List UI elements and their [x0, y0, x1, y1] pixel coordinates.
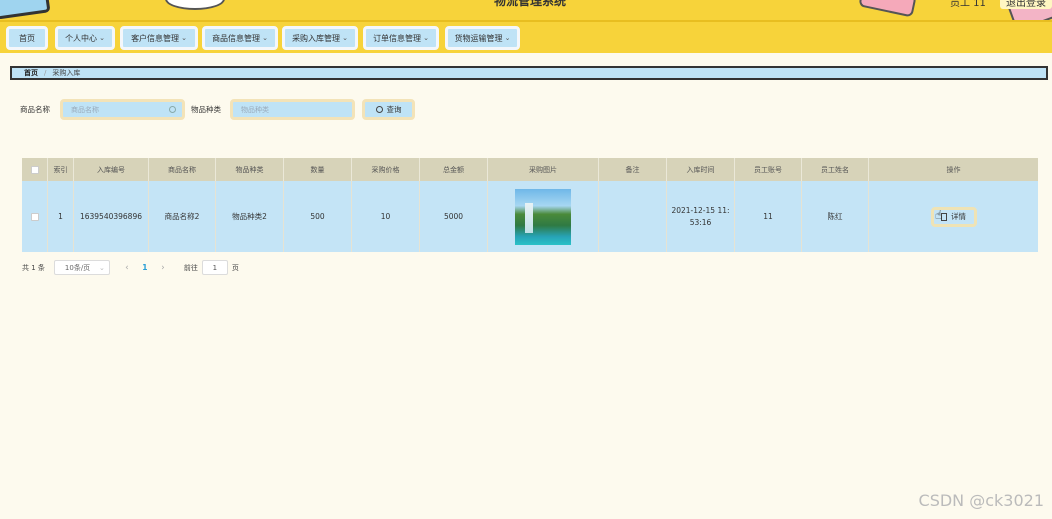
search-icon	[375, 106, 383, 113]
product-name-label: 商品名称	[20, 105, 50, 114]
select-all-cell	[22, 158, 48, 181]
pagination: 共 1 条 10条/页 ⌄ ‹ 1 › 前往 页	[22, 260, 239, 275]
column-header: 索引	[48, 158, 74, 181]
cell-category: 物品种类2	[216, 181, 284, 252]
page-size-select[interactable]: 10条/页 ⌄	[53, 260, 110, 275]
chevron-down-icon: ⌄	[262, 34, 268, 42]
nav-item-cargo-transport[interactable]: 货物运输管理 ⌄	[445, 26, 520, 50]
page-size-value: 10条/页	[64, 263, 91, 272]
decor-shape	[165, 0, 225, 10]
cell-price: 10	[352, 181, 420, 252]
nav-item-label: 客户信息管理	[131, 33, 180, 43]
cell-staff-account: 11	[735, 181, 802, 252]
next-page-button[interactable]: ›	[156, 263, 170, 273]
search-icon	[169, 106, 176, 113]
decor-shape	[0, 0, 51, 20]
column-header: 操作	[946, 165, 961, 174]
nav-item-customer-info[interactable]: 客户信息管理 ⌄	[120, 26, 198, 50]
column-header: 数量	[284, 158, 352, 181]
total-count: 共 1 条	[22, 263, 45, 272]
nav-item-product-info[interactable]: 商品信息管理 ⌄	[202, 26, 278, 50]
category-label: 物品种类	[191, 105, 221, 114]
nav-item-label: 商品信息管理	[212, 33, 261, 43]
cell-stock-no: 1639540396896	[74, 181, 149, 252]
top-header: 物流管理系统 员工 11 退出登录	[0, 0, 1052, 20]
column-header: 物品种类	[216, 158, 284, 181]
decor-shape	[858, 0, 917, 18]
watermark: CSDN @ck3021	[918, 491, 1044, 510]
chevron-down-icon: ⌄	[423, 34, 429, 42]
table-row: 1 1639540396896 商品名称2 物品种类2 500 10 5000 …	[22, 181, 1038, 252]
cell-image	[488, 181, 599, 252]
cell-remark	[599, 181, 667, 252]
product-image[interactable]	[515, 188, 571, 245]
page-number[interactable]: 1	[134, 263, 156, 272]
image-detail	[525, 202, 533, 233]
detail-button-label: 详情	[951, 211, 966, 221]
column-header: 商品名称	[149, 158, 216, 181]
stock-table: 索引 入库编号 商品名称 物品种类 数量 采购价格 总金额 采购图片 备注 入库…	[22, 158, 1038, 252]
cell-actions: 详情	[869, 181, 1038, 252]
category-field[interactable]	[230, 99, 355, 120]
chevron-down-icon: ⌄	[181, 34, 187, 42]
breadcrumb: 首页 / 采购入库	[10, 66, 1048, 80]
nav-item-label: 个人中心	[65, 33, 98, 43]
cell-time: 2021-12-15 11:53:16	[667, 181, 735, 252]
breadcrumb-current: 采购入库	[52, 69, 81, 77]
nav-item-label: 采购入库管理	[292, 33, 341, 43]
chevron-down-icon: ⌄	[342, 34, 348, 42]
category-input[interactable]	[241, 105, 331, 114]
nav-item-purchase-stock[interactable]: 采购入库管理 ⌄	[282, 26, 358, 50]
cell-index: 1	[48, 181, 74, 252]
nav-item-label: 货物运输管理	[454, 33, 503, 43]
main-nav: 首页 个人中心 ⌄ 客户信息管理 ⌄ 商品信息管理 ⌄ 采购入库管理 ⌄ 订单信息管理 ⌄…	[0, 20, 1052, 53]
nav-item-label: 首页	[19, 33, 35, 43]
goto-page-input[interactable]	[201, 260, 228, 275]
hand-cursor-icon: ☝	[935, 208, 943, 222]
nav-item-order-info[interactable]: 订单信息管理 ⌄	[363, 26, 439, 50]
column-header: 总金额	[420, 158, 488, 181]
chevron-down-icon: ⌄	[99, 34, 105, 42]
nav-item-home[interactable]: 首页	[6, 26, 48, 50]
column-header: 入库编号	[74, 158, 149, 181]
app-title: 物流管理系统	[493, 0, 566, 8]
row-checkbox[interactable]	[30, 212, 39, 221]
prev-page-button[interactable]: ‹	[120, 263, 134, 273]
query-button[interactable]: 查询	[362, 99, 415, 120]
nav-item-label: 订单信息管理	[373, 33, 422, 43]
page-unit-label: 页	[231, 263, 239, 272]
goto-label: 前往	[183, 263, 198, 272]
cell-quantity: 500	[284, 181, 352, 252]
table-header: 索引 入库编号 商品名称 物品种类 数量 采购价格 总金额 采购图片 备注 入库…	[22, 158, 1038, 181]
product-name-field[interactable]	[60, 99, 185, 120]
cell-total: 5000	[420, 181, 488, 252]
column-header: 采购图片	[488, 158, 599, 181]
breadcrumb-home[interactable]: 首页	[24, 68, 38, 78]
column-header: 采购价格	[352, 158, 420, 181]
product-name-input[interactable]	[71, 105, 161, 114]
row-select-cell	[22, 181, 48, 252]
logout-button[interactable]: 退出登录	[1000, 0, 1052, 9]
column-header: 备注	[599, 158, 667, 181]
column-header: 员工姓名	[802, 158, 869, 181]
cell-staff-name: 陈红	[802, 181, 869, 252]
cell-product-name: 商品名称2	[149, 181, 216, 252]
query-button-label: 查询	[386, 105, 402, 114]
select-all-checkbox[interactable]	[30, 165, 39, 174]
column-header: 员工账号	[735, 158, 802, 181]
nav-item-personal-center[interactable]: 个人中心 ⌄	[55, 26, 115, 50]
breadcrumb-separator: /	[44, 69, 47, 77]
chevron-down-icon: ⌄	[504, 34, 511, 42]
chevron-down-icon: ⌄	[99, 264, 105, 272]
current-user: 员工 11	[950, 0, 986, 9]
column-header: 入库时间	[667, 158, 735, 181]
